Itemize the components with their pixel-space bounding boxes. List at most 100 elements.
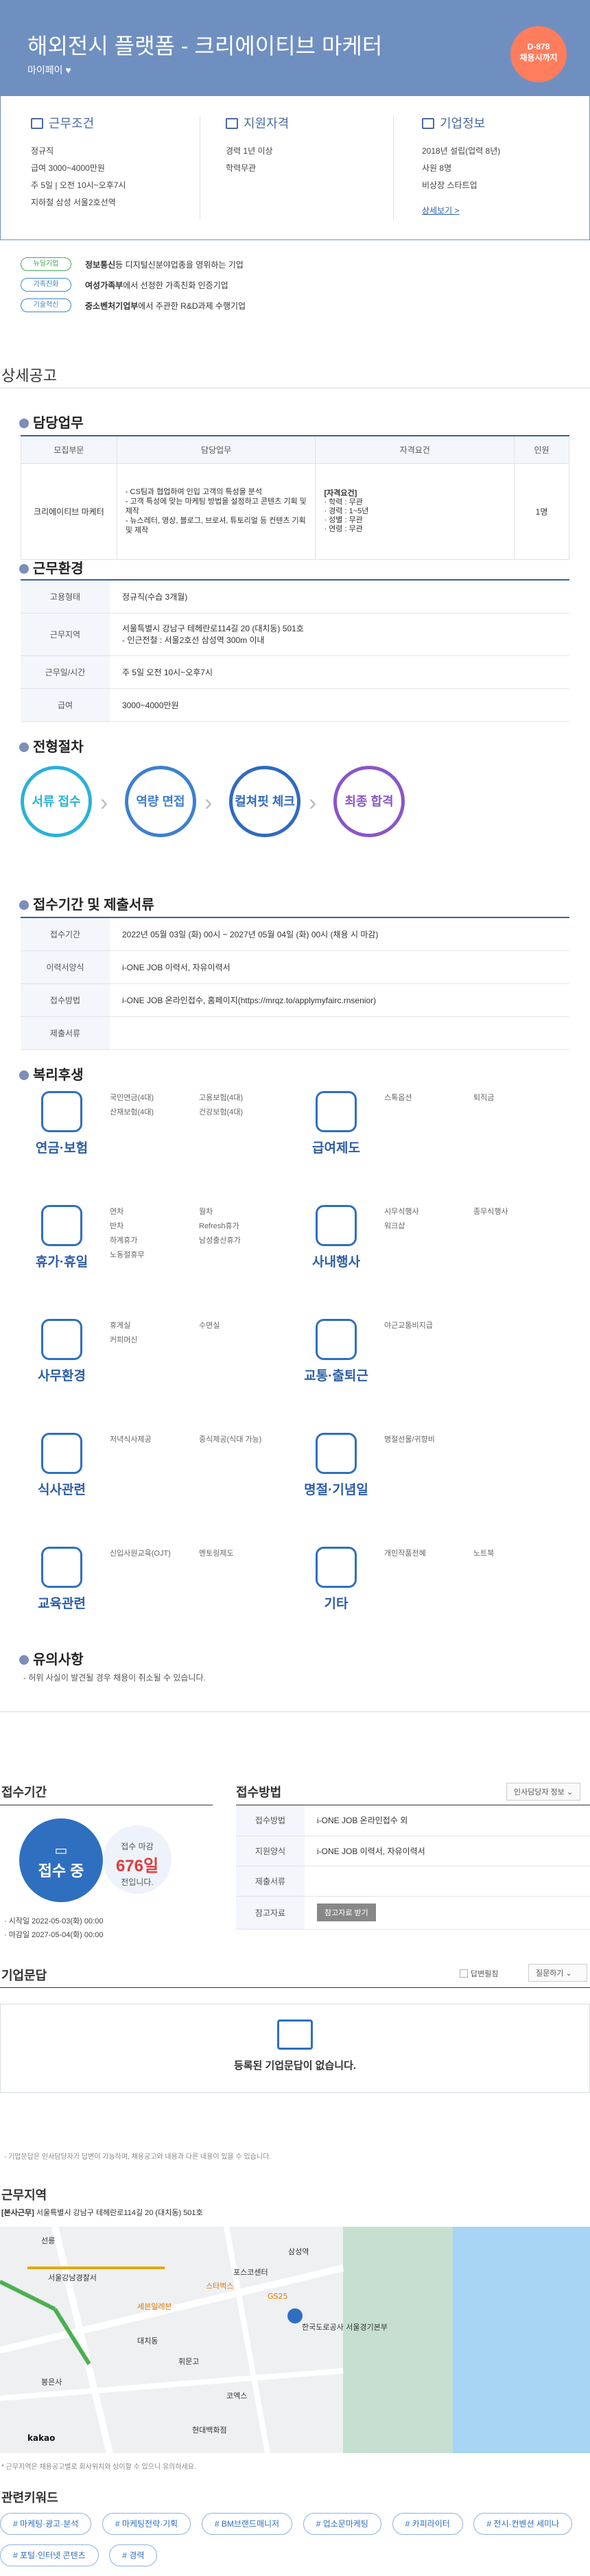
bullet-icon (19, 900, 29, 910)
summary-qualifications: 지원자격 경력 1년 이상 학력무관 (226, 117, 290, 173)
heart-icon[interactable]: ♥ (65, 65, 71, 75)
company-tags: 뉴딜기업 정보통신 등 디지털신분야업종을 영위하는 기업 가족친화 여성가족부 에서 … (0, 254, 590, 316)
summary-company: 기업정보 2018년 설립(업력 8년) 사원 8명 비상장 스타트업 상세보기… (422, 117, 501, 215)
job-summary: 근무조건 정규직 급여 3000~4000만원 주 5일 | 오전 10시~오후… (0, 96, 590, 240)
qna-title: 기업문답 (1, 1969, 47, 1982)
bullet-icon (19, 742, 29, 752)
svg-text:대치동: 대치동 (137, 2337, 158, 2345)
svg-text:한국도로공사 서울경기본부: 한국도로공사 서울경기본부 (302, 2323, 388, 2332)
tag-badge: 뉴딜기업 (21, 257, 71, 271)
benefit-transport: 교통·출퇴근 (295, 1319, 377, 1384)
keyword-tag[interactable]: # 업소문마케팅 (303, 2513, 381, 2535)
keyword-tag[interactable]: # 마케팅전략·기획 (102, 2513, 191, 2535)
location-address: [본사근무] 서울특별시 강남구 테헤란로114길 20 (대치동) 501호 (1, 2209, 203, 2217)
job-header: 해외전시 플랫폼 - 크리에이티브 마케터 마이페이 ♥ D-878 채용시까지 (0, 0, 590, 96)
apply-status-circle: ▭ 접수 중 (19, 1818, 103, 1902)
keyword-tag[interactable]: # BM브랜드매니저 (201, 2513, 293, 2535)
keyword-tag[interactable]: # 경력 (109, 2544, 158, 2566)
divider (0, 1987, 590, 1988)
process-step: 최종 합격 (333, 766, 405, 837)
benefits-title: 복리후생 (19, 1064, 84, 1084)
detail-title: 상세공고 (1, 367, 57, 384)
apply-period-title: 접수기간 (1, 1785, 47, 1799)
benefit-etc: 기타 (295, 1547, 377, 1612)
map-label: 선릉 (41, 2236, 55, 2245)
divider (393, 117, 394, 220)
chevron-right-icon: › (100, 790, 108, 816)
caution-text: - 허위 사실이 발견될 경우 채용이 취소될 수 있습니다. (23, 1673, 206, 1683)
location-map[interactable]: 선릉 서울강남경찰서 포스코센터 스타벅스 대치동 삼성역 한국도로공사 서울경… (0, 2227, 590, 2453)
process-title: 전형절차 (19, 736, 84, 756)
keyword-tag[interactable]: # 전시·컨벤션 세미나 (473, 2513, 573, 2535)
tag-badge: 가족친화 (21, 278, 71, 292)
apply-method-title: 접수방법 (236, 1785, 282, 1799)
bullet-icon (19, 1070, 29, 1080)
bullet-icon (19, 564, 29, 574)
benefit-holiday: 휴가·휴일 (21, 1205, 103, 1270)
contact-info-button[interactable]: 인사담당자 정보 ⌄ (506, 1783, 581, 1801)
keyword-list: # 마케팅·광고·분석 # 마케팅전략·기획 # BM브랜드매니저 # 업소문마… (0, 2513, 590, 2576)
apply-method-table: 접수방법 i-ONE JOB 온라인접수 외 지원양식 i-ONE JOB 이력서,… (236, 1805, 590, 1930)
glasses-face-icon (41, 1091, 82, 1132)
qna-select[interactable]: 질문하기 ⌄ (528, 1964, 587, 1982)
rice-bowl-icon (41, 1433, 82, 1474)
svg-text:GS25: GS25 (268, 2292, 288, 2301)
remain-days: 접수 마감 676일 전입니다. (103, 1825, 172, 1894)
chevron-right-icon: › (204, 790, 213, 816)
tag-badge: 기술혁신 (21, 298, 71, 312)
answer-checkbox[interactable]: 답변필침 (460, 1968, 498, 1979)
keyword-tag[interactable]: # 카피라이터 (392, 2513, 463, 2535)
microphone-icon (316, 1205, 357, 1246)
qna-note: - 기업문답은 인사담당자가 답변이 가능하며, 채용공고와 내용과 다른 내용… (4, 2153, 272, 2161)
location-note: * 근무지역은 채용공고별로 회사위치와 상이할 수 있으니 유의하세요. (1, 2463, 196, 2471)
apply-dates: · 시작일 2022-05-03(화) 00:00 · 마감일 2027-05-… (4, 1917, 104, 1939)
map-graphic[interactable]: 선릉 서울강남경찰서 포스코센터 스타벅스 대치동 삼성역 한국도로공사 서울경… (0, 2227, 590, 2453)
checkbox-icon[interactable] (460, 1969, 468, 1978)
shapes-icon (316, 1547, 357, 1588)
bullet-icon (19, 419, 29, 428)
download-attachment-button[interactable]: 참고자료 받기 (317, 1904, 376, 1921)
svg-text:코엑스: 코엑스 (226, 2391, 247, 2400)
briefcase-icon (31, 118, 43, 129)
application-title: 접수기간 및 제출서류 (19, 893, 154, 913)
chevron-right-icon: › (309, 790, 317, 816)
keyword-tag[interactable]: # 마케팅·광고·분석 (0, 2513, 92, 2535)
svg-text:봉은사: 봉은사 (41, 2378, 62, 2387)
dday-badge: D-878 채용시까지 (510, 26, 567, 82)
bullet-icon (19, 1655, 29, 1665)
svg-text:세븐일레븐: 세븐일레븐 (137, 2302, 172, 2311)
bus-icon (316, 1319, 357, 1360)
company-detail-link[interactable]: 상세보기 > (422, 206, 460, 215)
environment-table: 고용형태 정규직(수습 3개월) 근무지역 서울특별시 강남구 테헤란로114길 2… (21, 579, 569, 722)
caution-title: 유의사항 (19, 1648, 84, 1668)
process-steps: 서류 접수 › 역량 면접 › 컬쳐핏 체크 › 최종 합격 (21, 766, 569, 841)
svg-text:삼성역: 삼성역 (288, 2247, 309, 2256)
duties-title: 담당업무 (19, 412, 84, 432)
company-name[interactable]: 마이페이 ♥ (27, 63, 71, 77)
process-step: 서류 접수 (21, 766, 92, 837)
tag-row: 뉴딜기업 정보통신 등 디지털신분야업종을 영위하는 기업 (0, 254, 590, 274)
svg-text:현대백화점: 현대백화점 (192, 2426, 227, 2435)
job-title: 해외전시 플랫폼 - 크리에이티브 마케터 (27, 34, 383, 58)
application-table: 접수기간 2022년 05월 03일 (화) 00시 ~ 2027년 05월 04… (21, 917, 569, 1050)
divider (0, 1711, 590, 1712)
svg-text:스타벅스: 스타벅스 (206, 2282, 233, 2291)
svg-text:서울강남경찰서: 서울강남경찰서 (48, 2273, 97, 2282)
monitor-icon (41, 1319, 82, 1360)
calendar-icon (41, 1205, 82, 1246)
gift-icon (316, 1433, 357, 1474)
benefit-pension: 연금·보험 (21, 1091, 103, 1156)
qna-empty: 등록된 기업문답이 없습니다. (0, 2004, 590, 2093)
mail-icon (277, 2019, 313, 2050)
keyword-tag[interactable]: # 포털·인터넷 콘텐츠 (0, 2544, 99, 2566)
svg-text:kakao: kakao (27, 2433, 55, 2443)
keywords-title: 관련키워드 (1, 2491, 58, 2505)
benefit-salary: 급여제도 (295, 1091, 377, 1156)
building-icon (422, 118, 434, 129)
tag-row: 기술혁신 중소벤처기업부 에서 주관한 R&D과제 수행기업 (0, 295, 590, 316)
process-step: 역량 면접 (125, 766, 196, 837)
summary-conditions: 근무조건 정규직 급여 3000~4000만원 주 5일 | 오전 10시~오후… (31, 117, 126, 207)
tag-row: 가족친화 여성가족부 에서 선정한 가족친화 인증기업 (0, 274, 590, 295)
duties-table: 모집부문 담당업무 자격요건 인원 크리에이티브 마케터 - CS팀과 협업하여… (21, 435, 569, 560)
benefit-events: 사내행사 (295, 1205, 377, 1270)
